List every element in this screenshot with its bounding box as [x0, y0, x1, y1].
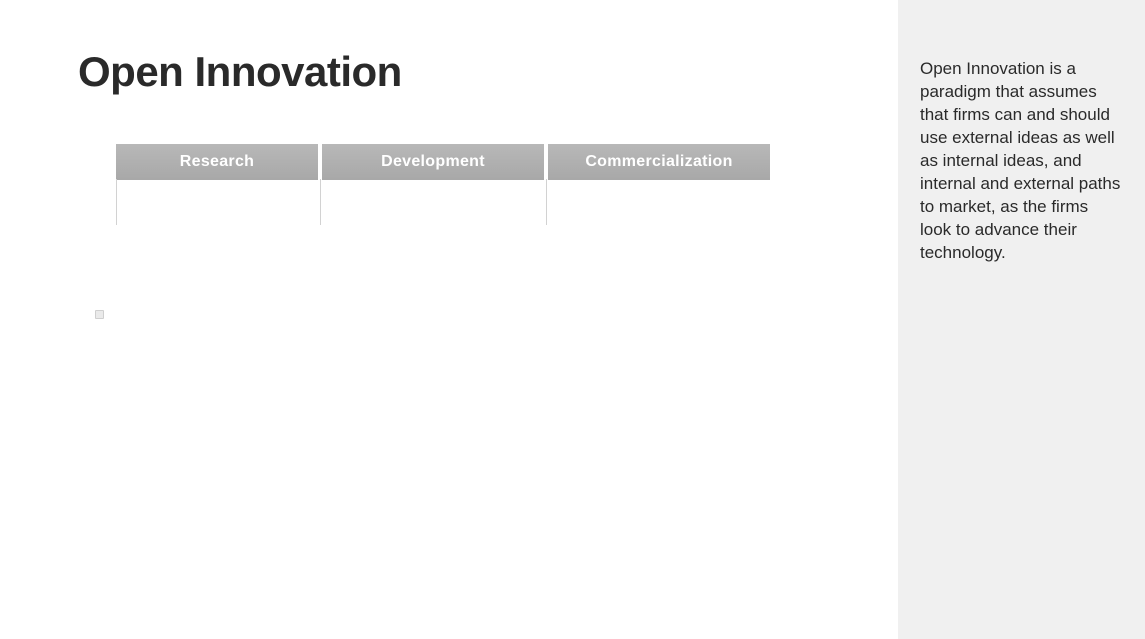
sidebar: Open Innovation is a paradigm that assum… — [898, 0, 1145, 639]
tab-label: Development — [381, 153, 485, 171]
tab-label: Research — [180, 153, 254, 171]
marker-icon — [95, 310, 104, 319]
tab-label: Commercialization — [585, 153, 732, 171]
tab-development: Development — [322, 144, 544, 180]
main-content: Open Innovation Research Development Com… — [0, 0, 898, 639]
phase-tabs: Research Development Commercialization — [116, 144, 828, 180]
tab-commercialization: Commercialization — [548, 144, 770, 180]
page-title: Open Innovation — [78, 48, 828, 96]
table-cell-border — [320, 179, 546, 225]
sidebar-paragraph: Open Innovation is a paradigm that assum… — [920, 58, 1123, 264]
table-body-borders — [116, 179, 828, 225]
tab-research: Research — [116, 144, 318, 180]
table-cell-border — [116, 179, 320, 225]
table-cell-border — [546, 179, 547, 225]
